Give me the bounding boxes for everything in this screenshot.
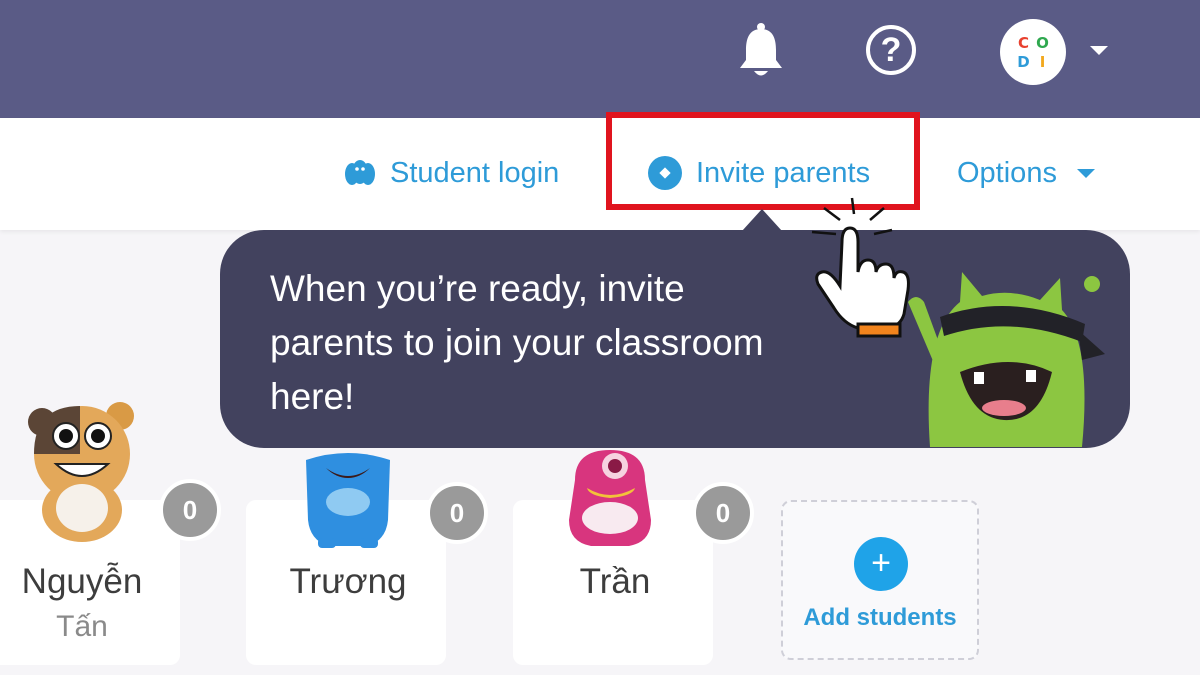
tooltip-line: parents to join your classroom	[270, 322, 764, 363]
student-first-name: Trần	[579, 562, 651, 601]
student-login-label: Student login	[390, 156, 560, 189]
tooltip-line: When you’re ready, invite	[270, 268, 685, 309]
students-icon	[345, 160, 375, 185]
avatar-letter: O	[1036, 33, 1049, 52]
avatar-letter: I	[1039, 52, 1046, 71]
tooltip-line: here!	[270, 376, 355, 417]
chevron-down-icon	[1076, 168, 1095, 178]
blue-monster-avatar-icon	[306, 453, 390, 548]
tooltip-arrow	[742, 209, 782, 231]
options-dropdown[interactable]: Options	[957, 150, 1095, 196]
student-first-name: Nguyễn	[21, 562, 143, 601]
plus-icon[interactable]: +	[854, 537, 908, 591]
tooltip-message: When you’re ready, invite parents to joi…	[270, 262, 870, 424]
points-badge: 0	[159, 479, 221, 541]
options-label: Options	[957, 156, 1057, 189]
student-second-name: Tấn	[56, 610, 108, 643]
avatar-letter: D	[1017, 52, 1030, 71]
chevron-down-icon[interactable]	[1090, 46, 1108, 55]
hamster-monster-avatar-icon	[28, 402, 134, 542]
add-students-label[interactable]: Add students	[781, 604, 979, 632]
student-login-link[interactable]: Student login	[342, 150, 559, 196]
points-badge: 0	[692, 482, 754, 544]
notification-bell-icon[interactable]	[737, 22, 785, 80]
green-monster-mascot-icon	[908, 272, 1105, 447]
avatar[interactable]: C O D I	[1000, 19, 1066, 85]
avatar-letter: C	[1017, 33, 1029, 52]
help-icon[interactable]: ?	[866, 25, 916, 75]
student-first-name: Trương	[289, 562, 407, 601]
pink-cyclops-monster-avatar-icon	[569, 450, 651, 546]
pointing-hand-cursor-icon	[811, 197, 910, 338]
points-badge: 0	[426, 482, 488, 544]
